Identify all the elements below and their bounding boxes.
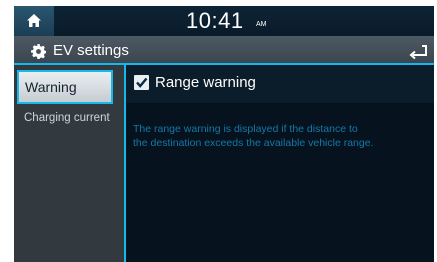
home-button[interactable]: [14, 6, 54, 36]
checkmark-icon: [136, 77, 148, 88]
back-button[interactable]: [406, 42, 430, 60]
range-warning-label: Range warning: [155, 74, 256, 91]
settings-gear-icon: [31, 44, 46, 59]
infotainment-screen: 10:41 AM EV settings Warning Charging cu…: [14, 6, 434, 262]
sidebar-item-label: Charging current: [24, 112, 110, 124]
title-bar: EV settings: [14, 36, 434, 65]
home-icon: [27, 14, 41, 27]
help-description: The range warning is displayed if the di…: [133, 123, 374, 149]
sidebar: Warning Charging current: [14, 65, 124, 262]
back-arrow-icon: [409, 45, 427, 60]
range-warning-checkbox[interactable]: [134, 75, 149, 90]
clock-time: 10:41: [186, 8, 244, 33]
range-warning-option[interactable]: Range warning: [126, 65, 434, 103]
content-panel: Range warning The range warning is displ…: [126, 65, 434, 262]
sidebar-item-label: Warning: [25, 79, 77, 95]
clock-ampm: AM: [256, 21, 267, 28]
sidebar-item-charging-current[interactable]: Charging current: [18, 112, 118, 143]
page-title: EV settings: [53, 42, 129, 59]
sidebar-item-warning[interactable]: Warning: [17, 70, 113, 104]
status-bar: 10:41 AM: [14, 6, 434, 36]
